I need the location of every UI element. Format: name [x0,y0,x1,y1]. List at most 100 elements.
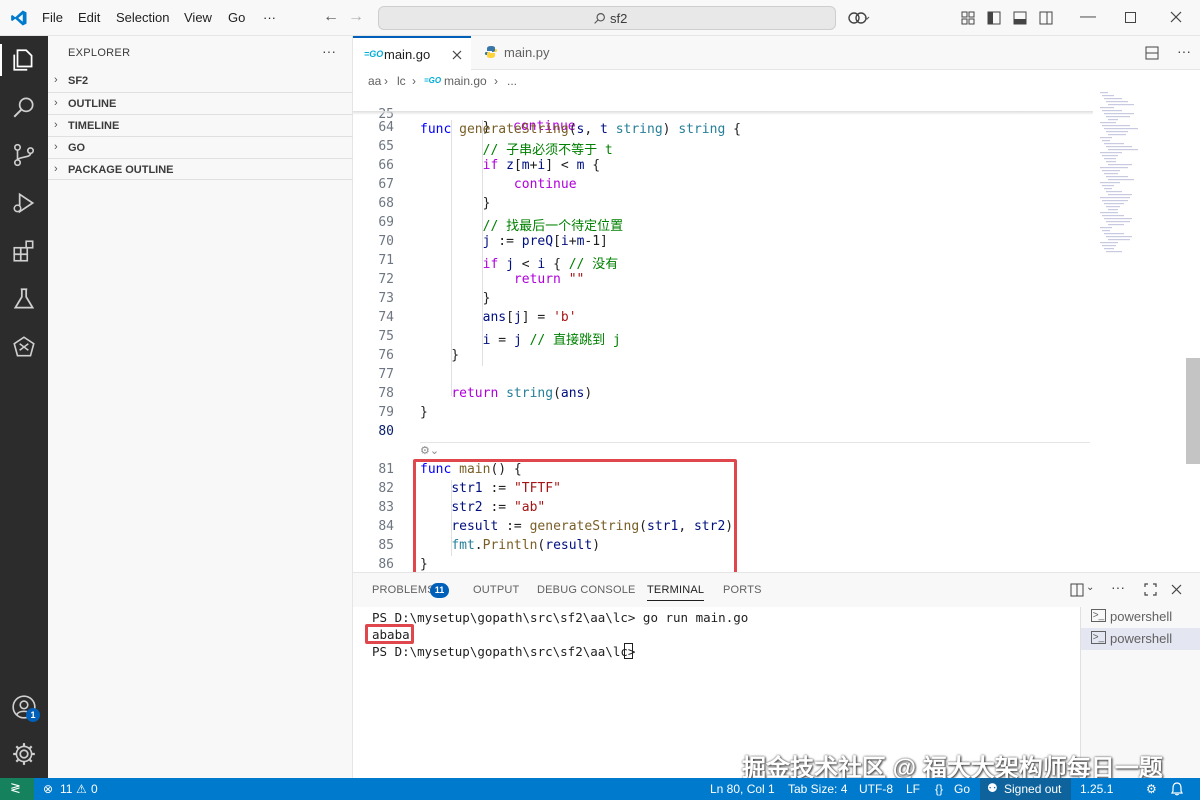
copilot-icon[interactable] [848,10,870,26]
minimap-line [1106,251,1122,253]
notifications-bell-icon[interactable] [1171,782,1183,796]
cursor-position[interactable]: Ln 80, Col 1 [710,782,775,796]
minimap-line [1102,170,1120,172]
maximize-icon[interactable] [1125,12,1136,23]
line-number: 83 [378,500,394,515]
panel-tab-problems[interactable]: PROBLEMS [372,584,435,596]
minimap-line [1102,110,1122,112]
end-of-line[interactable]: LF [906,782,920,796]
menu-more[interactable]: ··· [263,10,276,25]
minimap[interactable] [1098,92,1168,267]
settings-gear-icon[interactable] [11,741,37,767]
warnings-count[interactable]: 0 [91,782,98,796]
section-timeline[interactable]: › TIMELINE [48,114,353,136]
customize-layout-icon[interactable] [961,11,975,25]
encoding[interactable]: UTF-8 [859,782,893,796]
errors-count[interactable]: 11 [60,782,72,796]
command-center-search[interactable]: sf2 [378,6,836,30]
breadcrumb-item[interactable]: lc [397,74,406,88]
panel-tab-terminal[interactable]: TERMINAL [647,584,705,601]
panel-more-icon[interactable]: ··· [1111,579,1125,595]
editor-more-actions-icon[interactable]: ··· [1177,43,1191,59]
menu-selection[interactable]: Selection [116,10,169,25]
menu-view[interactable]: View [184,10,212,25]
breadcrumb-item[interactable]: aa [368,74,381,88]
terminal-list-item-active[interactable]: >_ powershell [1081,628,1200,650]
menu-edit[interactable]: Edit [78,10,100,25]
minimap-line [1108,209,1118,211]
toggle-secondary-sidebar-icon[interactable] [1039,11,1053,25]
search-icon[interactable] [11,94,37,120]
minimap-line [1100,137,1112,139]
forward-arrow-icon[interactable]: → [348,8,364,26]
code-lens-icon[interactable]: ⚙⌄ [420,444,439,457]
close-window-icon[interactable] [1170,11,1182,23]
split-terminal-icon[interactable] [1070,583,1084,597]
minimap-line [1104,143,1124,145]
testing-icon[interactable] [11,286,37,312]
line-number: 78 [378,386,394,401]
code-text: return string(ans) [451,386,593,401]
more-actions-icon[interactable]: ··· [322,43,336,59]
menu-go[interactable]: Go [228,10,245,25]
split-editor-icon[interactable] [1145,46,1159,60]
minimap-line [1106,161,1116,163]
toggle-primary-sidebar-icon[interactable] [987,11,1001,25]
section-outline[interactable]: › OUTLINE [48,92,353,114]
warnings-icon[interactable]: ⚠ [76,782,87,796]
toggle-panel-icon[interactable] [1013,11,1027,25]
minimap-line [1106,206,1120,208]
breadcrumb-item[interactable]: ... [507,74,517,88]
section-label: GO [68,142,86,154]
minimap-line [1108,134,1126,136]
terminal-list-item[interactable]: >_ powershell [1081,606,1200,628]
close-tab-icon[interactable] [452,50,462,60]
back-arrow-icon[interactable]: ← [323,8,339,26]
minimize-icon[interactable]: — [1080,8,1096,26]
breadcrumb-item[interactable]: main.go [444,74,487,88]
run-debug-icon[interactable] [11,190,37,216]
code-line: 78 return string(ans) [353,386,1093,405]
menu-file[interactable]: File [42,10,63,25]
language-mode[interactable]: Go [954,782,970,796]
line-number: 68 [378,196,394,211]
terminal-name: powershell [1110,609,1173,624]
section-package-outline[interactable]: › PACKAGE OUTLINE [48,158,353,180]
terminal-line: PS D:\mysetup\gopath\src\sf2\aa\lc> go r… [372,610,749,625]
go-settings-icon[interactable]: ⚙ [1146,782,1157,796]
explorer-icon[interactable] [11,47,37,73]
language-braces-icon[interactable]: {} [935,782,943,796]
vscode-logo-icon[interactable] [10,9,28,27]
minimap-line [1106,146,1132,148]
remote-explorer-icon[interactable] [11,334,37,360]
minimap-line [1108,119,1118,121]
minimap-line [1108,179,1134,181]
panel-tab-ports[interactable]: PORTS [723,584,762,596]
extensions-icon[interactable] [11,238,37,264]
sticky-scroll[interactable]: 25 func generateString(s, t string) stri… [353,92,1093,137]
section-go[interactable]: › GO [48,136,353,158]
explorer-title: EXPLORER [68,47,131,59]
editor-scrollbar-thumb[interactable] [1186,358,1200,464]
terminal-icon: >_ [1091,609,1106,622]
minimap-line [1108,164,1132,166]
line-number: 79 [378,405,394,420]
tab-label: main.py [504,45,550,60]
copilot-status-icon: ⚉ [987,781,998,795]
tab-main-go[interactable]: =GO main.go [353,36,471,70]
remote-indicator[interactable]: ≷ [0,778,34,800]
panel-tab-output[interactable]: OUTPUT [473,584,519,596]
close-panel-icon[interactable] [1171,584,1182,595]
section-sf2[interactable]: › SF2 [48,70,353,92]
chevron-down-icon[interactable]: ⌄ [1086,582,1094,593]
tab-size[interactable]: Tab Size: 4 [788,782,847,796]
account-status[interactable]: ⚉ Signed out [980,778,1071,800]
go-version[interactable]: 1.25.1 [1080,782,1113,796]
minimap-line [1102,155,1118,157]
errors-icon[interactable]: ⊗ [43,782,53,796]
panel-tab-debug-console[interactable]: DEBUG CONSOLE [537,584,636,596]
source-control-icon[interactable] [11,142,37,168]
maximize-panel-icon[interactable] [1144,583,1157,596]
tab-main-py[interactable]: main.py [472,36,568,70]
minimap-line [1100,197,1130,199]
